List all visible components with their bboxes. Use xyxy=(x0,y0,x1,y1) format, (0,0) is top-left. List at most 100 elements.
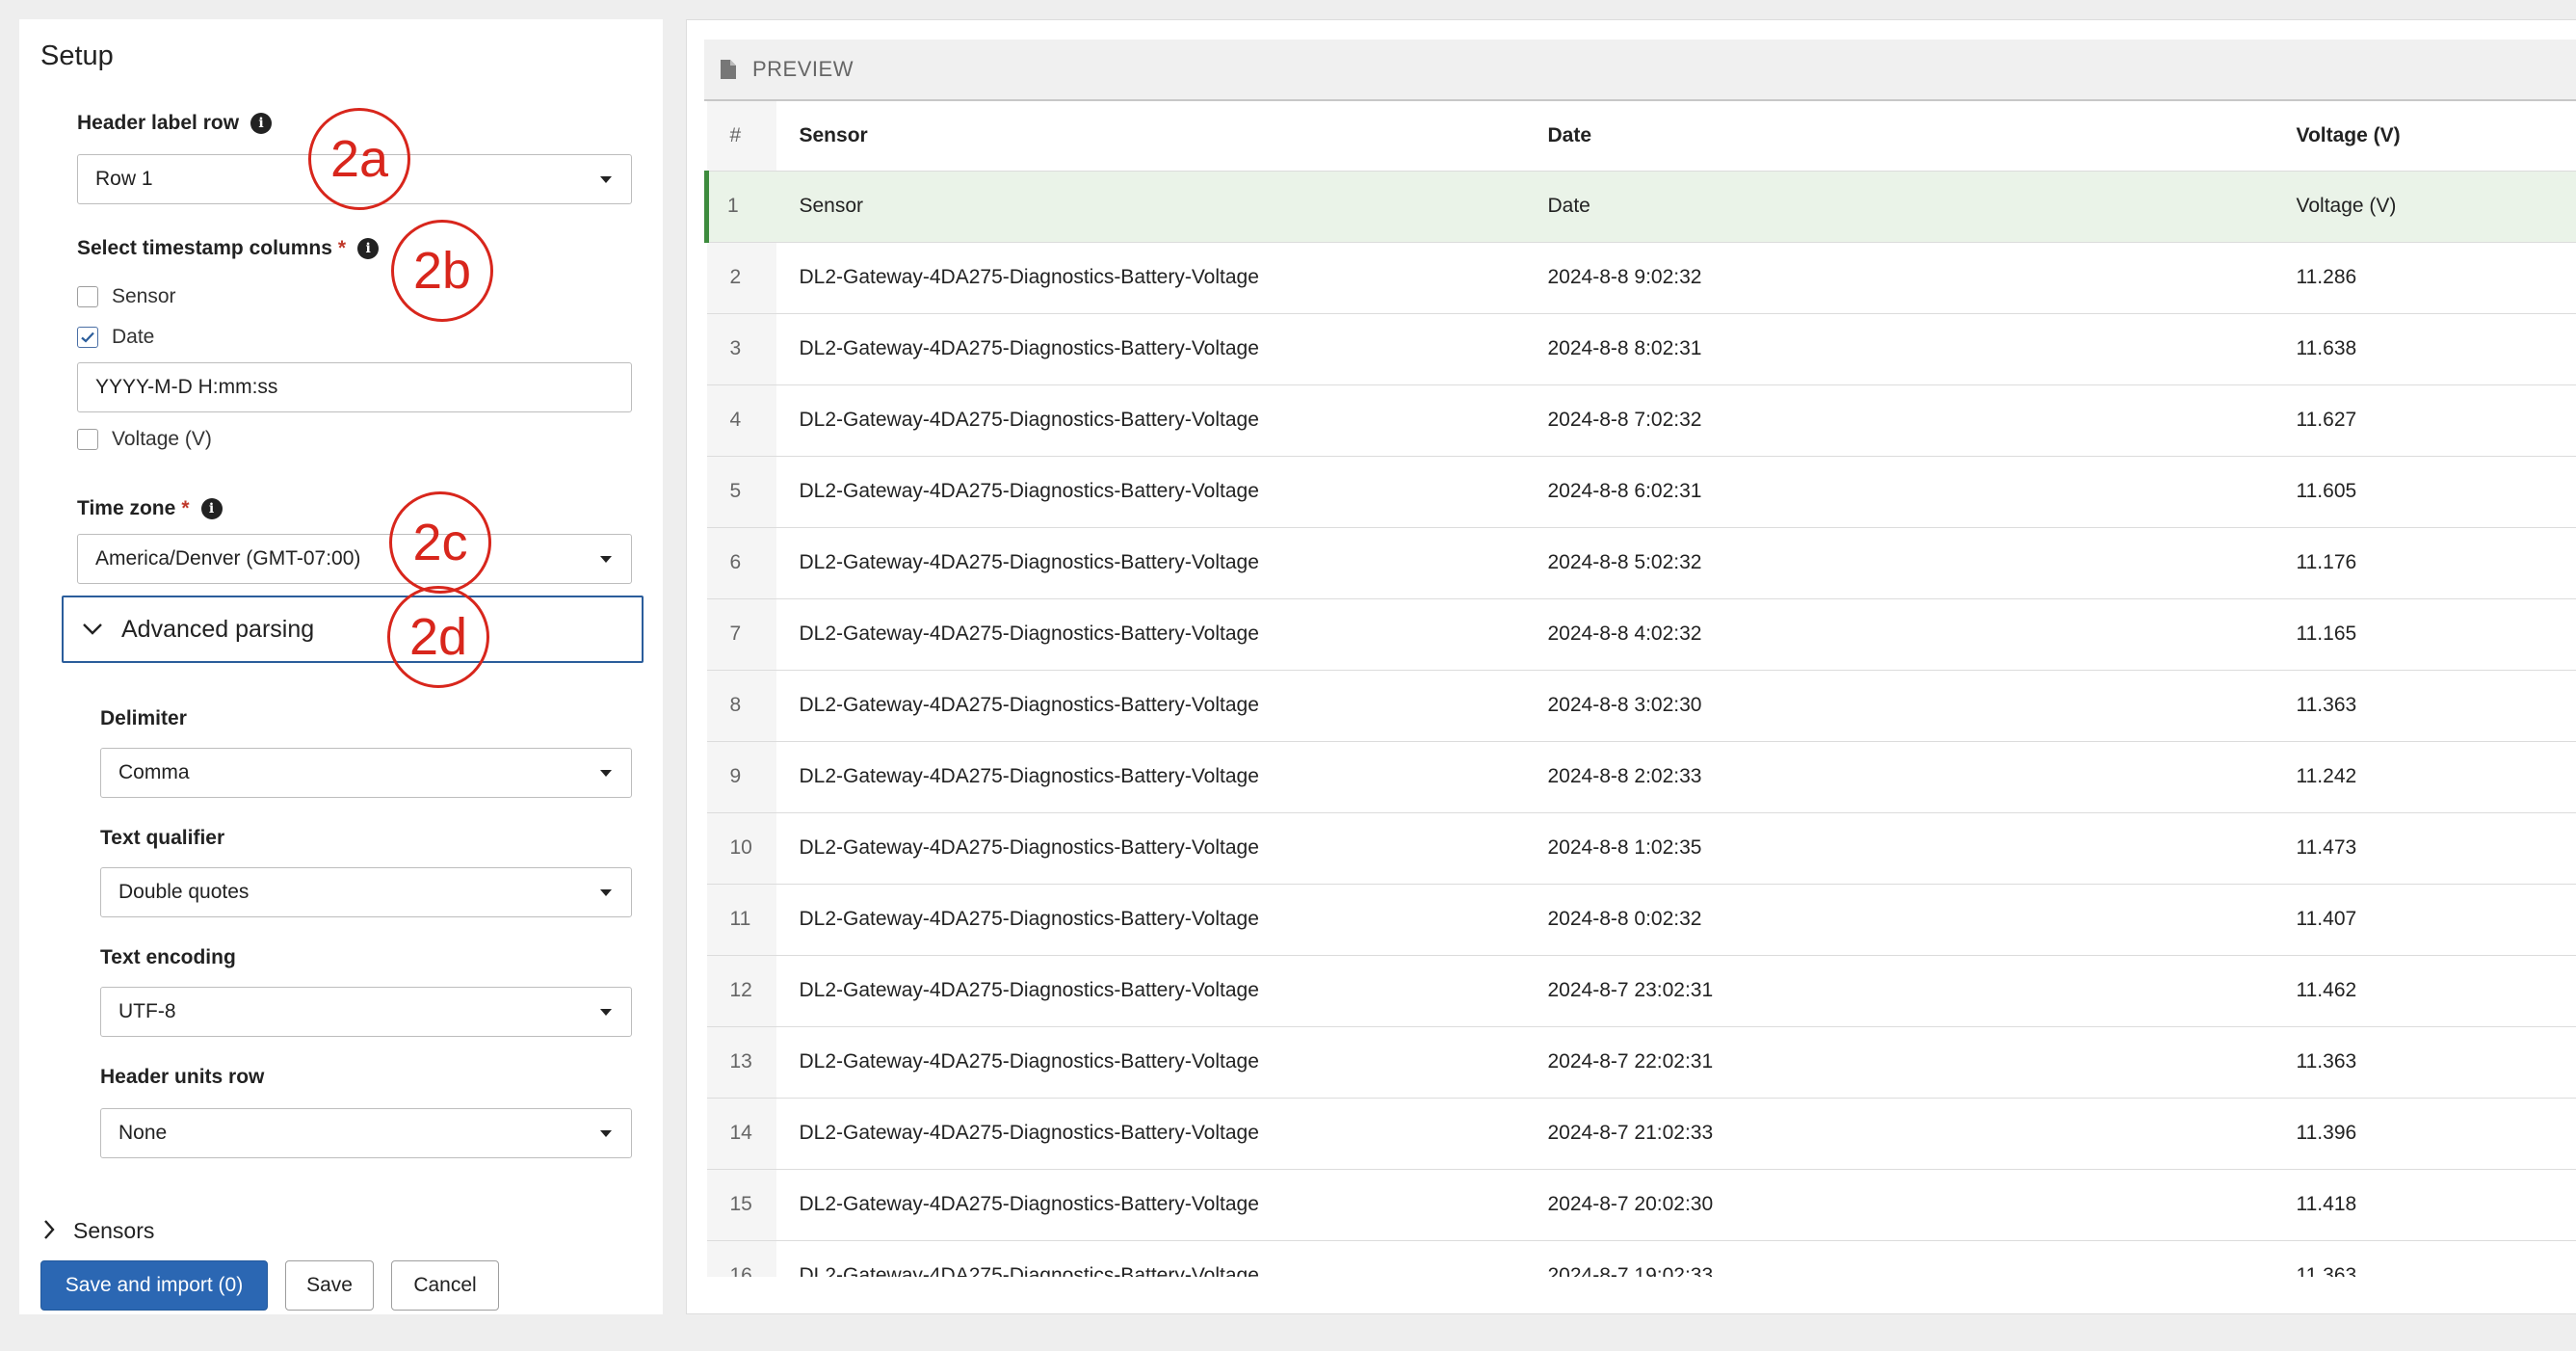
advanced-parsing-label: Advanced parsing xyxy=(121,615,315,643)
table-row[interactable]: 13 DL2-Gateway-4DA275-Diagnostics-Battery… xyxy=(706,1026,2576,1099)
row-index-cell: 10 xyxy=(706,812,776,885)
sensor-cell: DL2-Gateway-4DA275-Diagnostics-Battery-V… xyxy=(775,955,1525,1027)
cancel-button[interactable]: Cancel xyxy=(391,1260,499,1311)
setup-title: Setup xyxy=(40,40,114,71)
annotation-2a: 2a xyxy=(308,108,410,210)
checkbox-box[interactable] xyxy=(77,429,98,450)
annotation-2b: 2b xyxy=(391,220,493,322)
preview-table: # Sensor Date Voltage (V) 1 Sensor Date Vol… xyxy=(704,101,2576,1277)
time-zone-label: Time zone * i xyxy=(77,497,223,520)
sensors-section-toggle[interactable]: Sensors xyxy=(42,1214,154,1243)
checkbox-sensor[interactable]: Sensor xyxy=(77,285,176,308)
table-row[interactable]: 7 DL2-Gateway-4DA275-Diagnostics-Battery-… xyxy=(706,598,2576,671)
info-icon[interactable]: i xyxy=(250,113,273,134)
voltage-cell: 11.627 xyxy=(2273,384,2576,457)
row-index-cell: 1 xyxy=(704,171,776,243)
table-row[interactable]: 3 DL2-Gateway-4DA275-Diagnostics-Battery-… xyxy=(706,313,2576,385)
column-header-date[interactable]: Date xyxy=(1524,101,2274,172)
delimiter-value: Comma xyxy=(118,761,190,783)
sensor-cell: DL2-Gateway-4DA275-Diagnostics-Battery-V… xyxy=(775,812,1525,885)
sensor-cell: DL2-Gateway-4DA275-Diagnostics-Battery-V… xyxy=(775,313,1525,385)
date-cell: 2024-8-8 6:02:31 xyxy=(1524,456,2274,528)
date-cell: 2024-8-8 0:02:32 xyxy=(1524,884,2274,956)
column-header-voltage[interactable]: Voltage (V) xyxy=(2273,101,2576,172)
checkbox-box[interactable] xyxy=(77,286,98,307)
text-qualifier-value: Double quotes xyxy=(118,881,250,903)
caret-down-icon xyxy=(600,1130,612,1137)
header-units-row-label: Header units row xyxy=(100,1066,265,1088)
delimiter-select[interactable]: Comma xyxy=(100,748,632,798)
date-cell: 2024-8-8 9:02:32 xyxy=(1524,242,2274,314)
table-header-row: # Sensor Date Voltage (V) xyxy=(706,101,2576,172)
timestamp-format-input[interactable]: YYYY-M-D H:mm:ss xyxy=(77,362,632,412)
voltage-cell: 11.242 xyxy=(2273,741,2576,813)
info-icon[interactable]: i xyxy=(200,498,223,519)
advanced-parsing-toggle[interactable]: Advanced parsing xyxy=(62,596,644,663)
preview-header: PREVIEW xyxy=(704,40,2576,101)
row-index-cell: 7 xyxy=(706,598,776,671)
timestamp-format-value: YYYY-M-D H:mm:ss xyxy=(95,376,278,398)
required-marker: * xyxy=(181,497,190,519)
checkbox-box-checked[interactable] xyxy=(77,327,98,348)
table-row[interactable]: 11 DL2-Gateway-4DA275-Diagnostics-Battery… xyxy=(706,884,2576,956)
voltage-cell: 11.638 xyxy=(2273,313,2576,385)
voltage-cell: 11.418 xyxy=(2273,1169,2576,1241)
voltage-cell: 11.473 xyxy=(2273,812,2576,885)
preview-title: PREVIEW xyxy=(752,57,854,81)
table-row-header-label[interactable]: 1 Sensor Date Voltage (V) xyxy=(704,171,2576,243)
voltage-cell: Voltage (V) xyxy=(2273,171,2576,243)
voltage-cell: 11.165 xyxy=(2273,598,2576,671)
info-icon[interactable]: i xyxy=(357,238,380,259)
caret-down-icon xyxy=(600,770,612,777)
caret-down-icon xyxy=(600,889,612,896)
voltage-cell: 11.462 xyxy=(2273,955,2576,1027)
save-button[interactable]: Save xyxy=(285,1260,374,1311)
table-row[interactable]: 8 DL2-Gateway-4DA275-Diagnostics-Battery-… xyxy=(706,670,2576,742)
checkbox-date[interactable]: Date xyxy=(77,326,154,349)
table-row[interactable]: 12 DL2-Gateway-4DA275-Diagnostics-Battery… xyxy=(706,955,2576,1027)
table-row[interactable]: 10 DL2-Gateway-4DA275-Diagnostics-Battery… xyxy=(706,812,2576,885)
table-row[interactable]: 5 DL2-Gateway-4DA275-Diagnostics-Battery-… xyxy=(706,456,2576,528)
checkbox-label: Date xyxy=(112,326,155,348)
preview-table-container[interactable]: # Sensor Date Voltage (V) 1 Sensor Date Vol… xyxy=(704,101,2576,1277)
table-row[interactable]: 2 DL2-Gateway-4DA275-Diagnostics-Battery-… xyxy=(706,242,2576,314)
date-cell: 2024-8-7 20:02:30 xyxy=(1524,1169,2274,1241)
annotation-2c: 2c xyxy=(389,491,491,594)
row-index-cell: 5 xyxy=(706,456,776,528)
delimiter-label: Delimiter xyxy=(100,707,187,729)
table-row[interactable]: 14 DL2-Gateway-4DA275-Diagnostics-Battery… xyxy=(706,1098,2576,1170)
voltage-cell: 11.363 xyxy=(2273,1240,2576,1277)
row-index-cell: 9 xyxy=(706,741,776,813)
sensor-cell: DL2-Gateway-4DA275-Diagnostics-Battery-V… xyxy=(775,1026,1525,1099)
row-index-cell: 11 xyxy=(706,884,776,956)
header-label-row-text: Header label row xyxy=(77,112,240,134)
row-index-cell: 14 xyxy=(706,1098,776,1170)
check-icon xyxy=(81,331,94,343)
caret-down-icon xyxy=(600,556,612,563)
checkbox-label: Voltage (V) xyxy=(112,428,212,450)
voltage-cell: 11.407 xyxy=(2273,884,2576,956)
table-row[interactable]: 9 DL2-Gateway-4DA275-Diagnostics-Battery-… xyxy=(706,741,2576,813)
date-cell: 2024-8-8 3:02:30 xyxy=(1524,670,2274,742)
document-icon xyxy=(720,59,737,80)
table-row[interactable]: 15 DL2-Gateway-4DA275-Diagnostics-Battery… xyxy=(706,1169,2576,1241)
date-cell: 2024-8-8 1:02:35 xyxy=(1524,812,2274,885)
caret-down-icon xyxy=(600,176,612,183)
header-label-row-label: Header label row i xyxy=(77,112,273,135)
checkbox-voltage[interactable]: Voltage (V) xyxy=(77,428,212,451)
caret-down-icon xyxy=(600,1009,612,1016)
preview-panel: PREVIEW # Sensor Date Voltage (V) 1 Senso… xyxy=(686,19,2576,1314)
save-and-import-button[interactable]: Save and import (0) xyxy=(40,1260,268,1311)
time-zone-select[interactable]: America/Denver (GMT-07:00) xyxy=(77,534,632,584)
header-units-row-select[interactable]: None xyxy=(100,1108,632,1158)
text-qualifier-select[interactable]: Double quotes xyxy=(100,867,632,917)
date-cell: 2024-8-7 19:02:33 xyxy=(1524,1240,2274,1277)
footer-bar: Save and import (0) Save Cancel xyxy=(19,1243,663,1314)
table-row[interactable]: 16 DL2-Gateway-4DA275-Diagnostics-Battery… xyxy=(706,1240,2576,1277)
table-row[interactable]: 6 DL2-Gateway-4DA275-Diagnostics-Battery-… xyxy=(706,527,2576,599)
row-index-cell: 2 xyxy=(706,242,776,314)
text-qualifier-label: Text qualifier xyxy=(100,827,225,849)
column-header-sensor[interactable]: Sensor xyxy=(775,101,1525,172)
table-row[interactable]: 4 DL2-Gateway-4DA275-Diagnostics-Battery-… xyxy=(706,384,2576,457)
text-encoding-select[interactable]: UTF-8 xyxy=(100,987,632,1037)
